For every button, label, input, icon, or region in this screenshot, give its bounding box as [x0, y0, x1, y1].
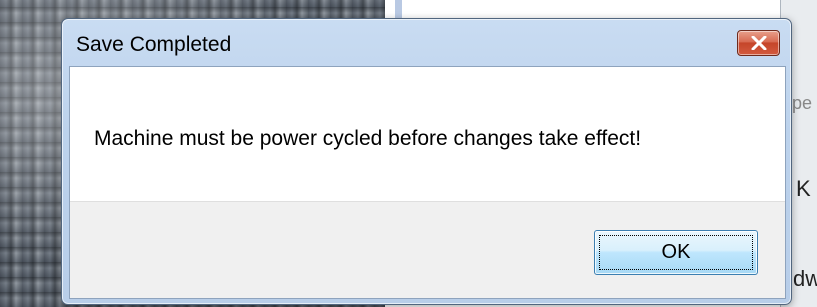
background-partial-text: K: [796, 176, 811, 201]
save-completed-dialog: Save Completed Machine must be power cyc…: [61, 18, 792, 305]
dialog-content: Machine must be power cycled before chan…: [69, 66, 786, 299]
close-icon: [751, 36, 766, 50]
ok-button[interactable]: OK: [594, 230, 758, 275]
dialog-titlebar[interactable]: Save Completed: [62, 19, 791, 66]
ok-button-label: OK: [661, 241, 691, 263]
dialog-footer: OK: [70, 201, 785, 298]
close-button[interactable]: [737, 30, 780, 56]
background-partial-text: dw: [793, 266, 817, 291]
background-partial-text: pe: [792, 93, 813, 113]
dialog-message: Machine must be power cycled before chan…: [94, 127, 642, 150]
dialog-title: Save Completed: [76, 33, 232, 56]
